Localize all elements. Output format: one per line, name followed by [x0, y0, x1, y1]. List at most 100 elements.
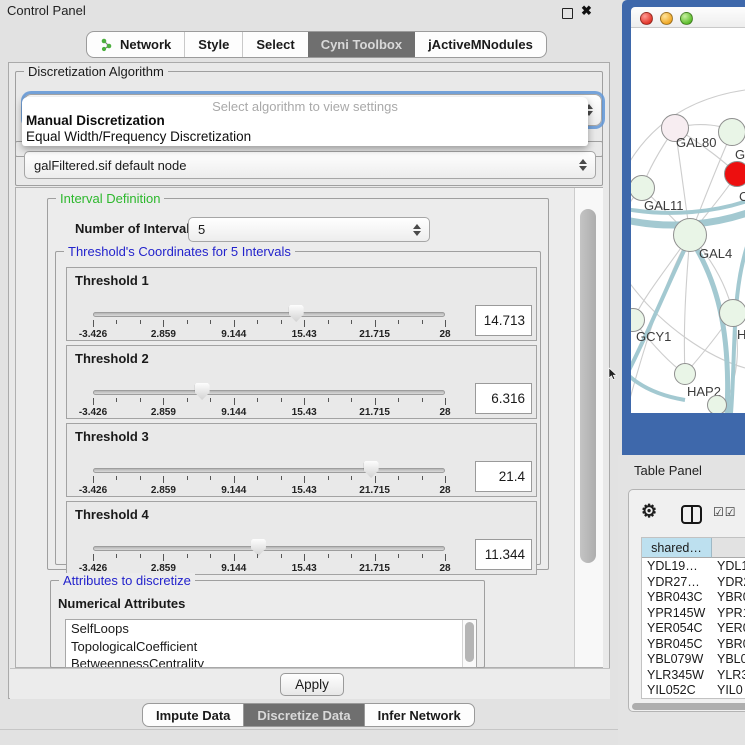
attribute-items: SelfLoopsTopologicalCoefficientBetweenne… [66, 620, 462, 668]
tab-network[interactable]: Network [87, 32, 184, 57]
group-title: Attributes to discretize [59, 573, 195, 588]
gear-icon[interactable]: ⚙ [641, 501, 657, 522]
node-label: H [737, 327, 745, 342]
tab-discretize-data[interactable]: Discretize Data [243, 704, 363, 726]
num-intervals-label: Number of Intervals [75, 221, 197, 236]
slider-ticks [93, 476, 445, 484]
threshold-panel: Threshold 4 -3.4262.8599.14415.4321.7152… [66, 501, 537, 575]
table-data-combobox[interactable]: galFiltered.sif default node [24, 151, 596, 179]
dropdown-option-manual[interactable]: Manual Discretization [26, 113, 165, 128]
slider-track[interactable] [93, 468, 445, 473]
network-node[interactable] [719, 299, 745, 327]
threshold-value-field[interactable]: 11.344 [475, 539, 532, 570]
table-row[interactable]: YPR145WYPR1 [642, 606, 745, 622]
slider-tick-labels: -3.4262.8599.14415.4321.71528 [93, 329, 445, 340]
float-window-icon[interactable] [562, 8, 573, 19]
horizontal-scrollbar[interactable] [632, 703, 745, 710]
attribute-list-item[interactable]: SelfLoops [66, 620, 462, 638]
network-node[interactable] [718, 118, 745, 146]
node-table[interactable]: shared… na YDL19…YDL1YDR27…YDR2YBR043CYB… [641, 537, 745, 699]
slider-ticks [93, 554, 445, 562]
algorithm-dropdown-popup: Select algorithm to view settings Manual… [22, 97, 588, 146]
slider-ticks [93, 398, 445, 406]
checkboxes-icon[interactable]: ☑☑ [713, 505, 737, 519]
tab-jactivemnodules[interactable]: jActiveMNodules [415, 32, 546, 57]
num-intervals-combobox[interactable]: 5 [188, 217, 430, 242]
panel-scrollbar[interactable] [574, 188, 603, 667]
slider-track[interactable] [93, 390, 445, 395]
threshold-value-field[interactable]: 14.713 [475, 305, 532, 336]
threshold-panel: Threshold 2 -3.4262.8599.14415.4321.7152… [66, 345, 537, 419]
network-node[interactable] [707, 395, 727, 413]
table-row[interactable]: YBL079WYBL0 [642, 652, 745, 668]
node-label: GAL4 [699, 246, 732, 261]
combo-stepper-icon [413, 224, 421, 236]
column-header-name[interactable]: na [712, 538, 745, 558]
group-title: Interval Definition [56, 191, 164, 206]
threshold-label: Threshold 2 [75, 351, 149, 366]
screen: Control Panel ✖ Network Style Select Cyn… [0, 0, 745, 745]
settings-scroll-panel: Interval Definition Number of Intervals … [15, 187, 603, 668]
node-label: GA [735, 147, 745, 162]
threshold-slider[interactable]: -3.4262.8599.14415.4321.71528 [93, 538, 445, 576]
numerical-attributes-list[interactable]: SelfLoopsTopologicalCoefficientBetweenne… [65, 619, 477, 668]
network-canvas[interactable]: GAL80GACGAL11GAL4GCY1HHAP2 [631, 28, 745, 413]
threshold-panel: Threshold 3 -3.4262.8599.14415.4321.7152… [66, 423, 537, 497]
table-row[interactable]: YIL052CYIL0 [642, 683, 745, 699]
network-node[interactable] [724, 161, 745, 187]
apply-button[interactable]: Apply [280, 673, 344, 696]
threshold-value-field[interactable]: 6.316 [475, 383, 532, 414]
network-window-titlebar [631, 7, 745, 28]
split-columns-icon[interactable] [681, 505, 702, 524]
threshold-slider[interactable]: -3.4262.8599.14415.4321.71528 [93, 382, 445, 420]
bottom-tabbar: Impute Data Discretize Data Infer Networ… [142, 703, 475, 727]
table-row[interactable]: YBR045CYBR0 [642, 637, 745, 653]
table-row[interactable]: YDR27…YDR2 [642, 575, 745, 591]
tab-infer-network[interactable]: Infer Network [364, 704, 474, 726]
node-label: C [739, 189, 745, 204]
threshold-label: Threshold 3 [75, 429, 149, 444]
interval-definition-group: Interval Definition Number of Intervals … [47, 198, 549, 570]
table-panel-title: Table Panel [634, 463, 702, 478]
list-scrollbar[interactable] [462, 620, 476, 667]
threshold-label: Threshold 4 [75, 507, 149, 522]
tab-style[interactable]: Style [184, 32, 242, 57]
slider-track[interactable] [93, 312, 445, 317]
table-row[interactable]: YDL19…YDL1 [642, 559, 745, 575]
table-row[interactable]: YLR345WYLR3 [642, 668, 745, 684]
cyni-toolbox-panel: Discretization Algorithm Select algorith… [8, 62, 610, 699]
table-data-group: Table Data galFiltered.sif default node [15, 141, 603, 186]
tab-cyni-toolbox[interactable]: Cyni Toolbox [308, 32, 415, 57]
close-traffic-light-icon[interactable] [640, 12, 653, 25]
attribute-list-item[interactable]: BetweennessCentrality [66, 655, 462, 668]
column-header-shared[interactable]: shared… [642, 538, 712, 558]
threshold-panel: Threshold 1 -3.4262.8599.14415.4321.7152… [66, 267, 537, 341]
zoom-traffic-light-icon[interactable] [680, 12, 693, 25]
numerical-attributes-label: Numerical Attributes [58, 596, 185, 611]
threshold-slider[interactable]: -3.4262.8599.14415.4321.71528 [93, 304, 445, 342]
combo-stepper-icon [579, 159, 587, 171]
close-icon[interactable]: ✖ [581, 3, 592, 19]
tab-select[interactable]: Select [242, 32, 307, 57]
table-panel-area: Table Panel ⚙ ☑☑ shared… na YDL19…YDL1YD… [618, 455, 745, 745]
num-intervals-value: 5 [198, 222, 205, 237]
network-icon [100, 38, 114, 52]
table-row[interactable]: YER054CYER0 [642, 621, 745, 637]
minimize-traffic-light-icon[interactable] [660, 12, 673, 25]
threshold-value-field[interactable]: 21.4 [475, 461, 532, 492]
table-panel-card: ⚙ ☑☑ shared… na YDL19…YDL1YDR27…YDR2YBR0… [628, 489, 745, 712]
slider-track[interactable] [93, 546, 445, 551]
control-panel-titlebar: Control Panel ✖ [0, 0, 618, 22]
discretization-algorithm-group: Discretization Algorithm Select algorith… [15, 71, 603, 157]
dropdown-option-equal-width[interactable]: Equal Width/Frequency Discretization [26, 129, 251, 144]
attribute-list-item[interactable]: TopologicalCoefficient [66, 638, 462, 656]
threshold-label: Threshold 1 [75, 273, 149, 288]
threshold-slider[interactable]: -3.4262.8599.14415.4321.71528 [93, 460, 445, 498]
group-title: Discretization Algorithm [24, 64, 168, 79]
mouse-cursor [608, 367, 618, 381]
table-row[interactable]: YBR043CYBR0 [642, 590, 745, 606]
table-data-value: galFiltered.sif default node [34, 158, 186, 173]
tab-impute-data[interactable]: Impute Data [143, 704, 243, 726]
scrollbar-thumb[interactable] [580, 209, 596, 563]
network-node[interactable] [674, 363, 696, 385]
